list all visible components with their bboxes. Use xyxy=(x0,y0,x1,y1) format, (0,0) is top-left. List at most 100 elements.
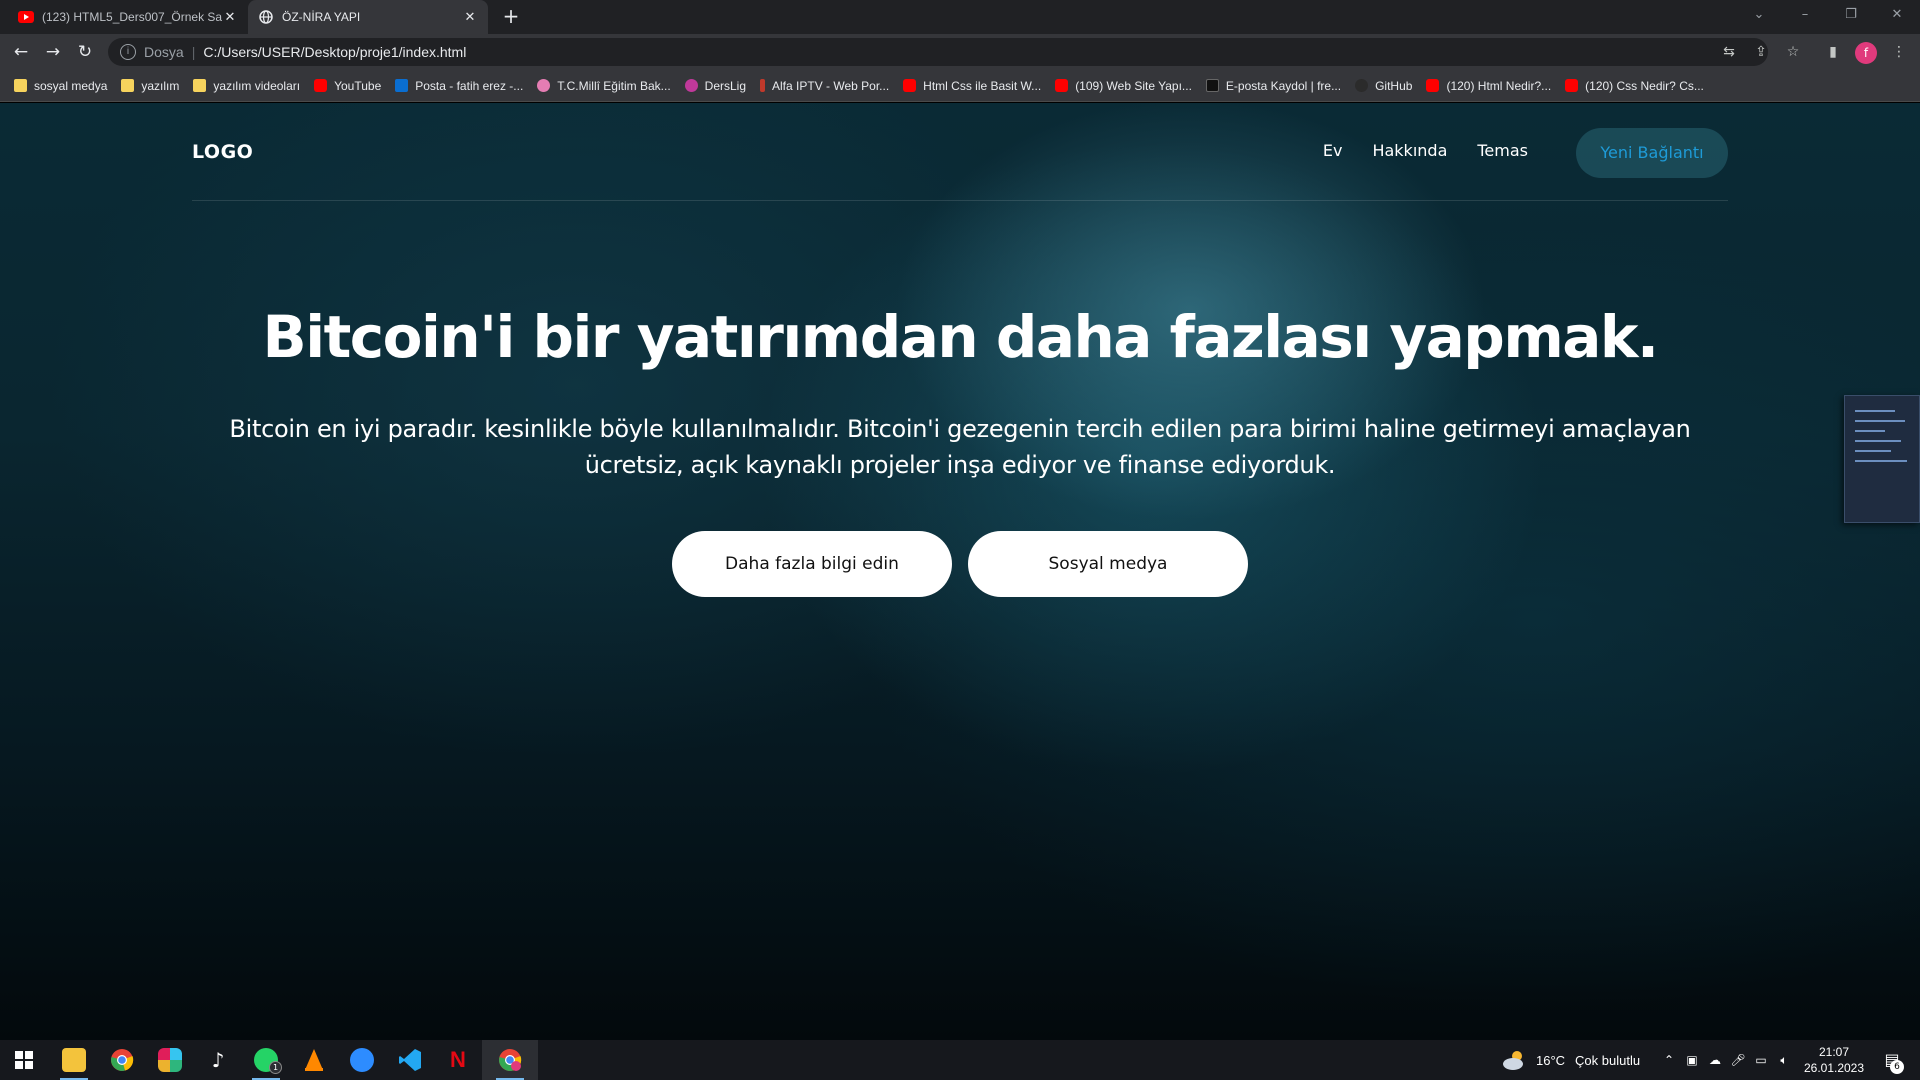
forward-icon[interactable]: → xyxy=(40,40,66,64)
menu-icon[interactable]: ⋮ xyxy=(1888,41,1910,63)
nav-link-home[interactable]: Ev xyxy=(1323,141,1343,160)
social-media-button[interactable]: Sosyal medya xyxy=(968,530,1248,597)
chrome-icon[interactable] xyxy=(98,1040,146,1080)
hero-title: Bitcoin'i bir yatırımdan daha fazlası ya… xyxy=(262,303,1659,371)
clock[interactable]: 21:07 26.01.2023 xyxy=(1798,1044,1870,1076)
bookmark-item[interactable]: (120) Css Nedir? Cs... xyxy=(1565,79,1704,93)
hero-buttons: Daha fazla bilgi edin Sosyal medya xyxy=(0,530,1920,597)
new-connection-button[interactable]: Yeni Bağlantı xyxy=(1576,128,1728,178)
back-icon[interactable]: ← xyxy=(8,40,34,64)
bookmark-label: yazılım xyxy=(141,78,180,93)
youtube-icon xyxy=(314,79,328,92)
tab-title: (123) HTML5_Ders007_Örnek Sayf xyxy=(42,10,222,24)
bookmark-label: E-posta Kaydol | fre... xyxy=(1225,78,1342,93)
bookmark-label: Alfa IPTV - Web Por... xyxy=(772,78,890,93)
bookmark-item[interactable]: (120) Html Nedir?... xyxy=(1426,79,1551,93)
bookmark-item[interactable]: E-posta Kaydol | fre... xyxy=(1205,78,1342,93)
vlc-icon[interactable] xyxy=(290,1040,338,1080)
reload-icon[interactable]: ↻ xyxy=(72,40,98,64)
bookmarks-bar: sosyal medya yazılım yazılım videoları Y… xyxy=(0,70,1920,102)
start-button[interactable] xyxy=(0,1040,48,1080)
tab-youtube[interactable]: (123) HTML5_Ders007_Örnek Sayf ✕ xyxy=(8,0,248,34)
meet-icon[interactable]: ▣ xyxy=(1684,1052,1700,1068)
youtube-icon xyxy=(1565,79,1579,92)
hero-section: Bitcoin'i bir yatırımdan daha fazlası ya… xyxy=(0,303,1920,597)
whatsapp-icon[interactable]: 1 xyxy=(242,1040,290,1080)
minimize-button[interactable]: – xyxy=(1782,0,1828,30)
weather-widget[interactable]: 16°C Çok bulutlu xyxy=(1502,1040,1640,1080)
bookmark-item[interactable]: Posta - fatih erez -... xyxy=(395,79,523,93)
iptv-icon xyxy=(760,79,766,92)
weather-temp: 16°C xyxy=(1536,1052,1566,1068)
browser-toolbar: ← → ↻ i Dosya | C:/Users/USER/Desktop/pr… xyxy=(0,34,1920,70)
github-icon xyxy=(1355,79,1369,92)
tiktok-icon[interactable]: ♪ xyxy=(194,1040,242,1080)
nav-link-about[interactable]: Hakkında xyxy=(1372,141,1447,160)
address-bar[interactable]: i Dosya | C:/Users/USER/Desktop/proje1/i… xyxy=(108,38,1768,66)
bookmark-label: (120) Css Nedir? Cs... xyxy=(1585,78,1704,93)
bookmark-item[interactable]: Html Css ile Basit W... xyxy=(903,79,1041,93)
address-url[interactable]: C:/Users/USER/Desktop/proje1/index.html xyxy=(203,44,466,60)
share-icon[interactable]: ⇪ xyxy=(1750,41,1772,63)
bookmark-item[interactable]: DersLig xyxy=(684,78,747,93)
network-icon[interactable]: ▭ xyxy=(1753,1052,1769,1068)
bookmark-label: (109) Web Site Yapı... xyxy=(1075,78,1192,93)
close-icon[interactable]: ✕ xyxy=(462,10,478,25)
weather-text: Çok bulutlu xyxy=(1575,1052,1641,1068)
close-window-button[interactable]: ✕ xyxy=(1874,0,1920,30)
new-tab-button[interactable]: + xyxy=(498,4,524,30)
bookmark-item[interactable]: Alfa IPTV - Web Por... xyxy=(760,79,889,93)
whatsapp-badge: 1 xyxy=(269,1061,282,1074)
address-separator: | xyxy=(191,44,196,60)
tab-active-site[interactable]: ÖZ-NİRA YAPI ✕ xyxy=(248,0,488,34)
notification-count: 6 xyxy=(1890,1060,1904,1074)
translate-icon[interactable]: ⇆ xyxy=(1718,41,1740,63)
bookmark-label: DersLig xyxy=(704,78,747,93)
bookmark-item[interactable]: (109) Web Site Yapı... xyxy=(1055,79,1192,93)
bookmark-item[interactable]: T.C.Millî Eğitim Bak... xyxy=(537,79,671,93)
youtube-icon xyxy=(903,79,917,92)
side-panel-icon[interactable]: ▮ xyxy=(1822,41,1844,63)
profile-avatar[interactable]: f xyxy=(1855,42,1877,64)
derslig-icon xyxy=(684,79,698,92)
bookmark-label: YouTube xyxy=(334,78,382,93)
youtube-icon xyxy=(18,9,34,25)
bookmark-label: (120) Html Nedir?... xyxy=(1446,78,1552,93)
file-explorer-icon[interactable] xyxy=(50,1040,98,1080)
window-preview-thumbnail[interactable] xyxy=(1844,395,1920,523)
bookmark-item[interactable]: yazılım xyxy=(121,79,179,93)
windows-icon xyxy=(15,1051,33,1069)
zoom-icon[interactable] xyxy=(338,1040,386,1080)
onedrive-icon[interactable]: ☁ xyxy=(1707,1052,1723,1068)
outlook-icon xyxy=(395,79,409,92)
site-logo[interactable]: LOGO xyxy=(192,141,253,163)
netflix-icon[interactable]: N xyxy=(434,1040,482,1080)
bookmark-item[interactable]: GitHub xyxy=(1355,79,1412,93)
bookmark-item[interactable]: yazılım videoları xyxy=(193,79,300,93)
hero-text: Bitcoin en iyi paradır. kesinlikle böyle… xyxy=(229,414,1691,479)
bookmark-label: GitHub xyxy=(1375,78,1413,93)
slack-icon[interactable] xyxy=(146,1040,194,1080)
microphone-icon[interactable]: 🎤︎ xyxy=(1730,1052,1746,1068)
bookmark-item[interactable]: sosyal medya xyxy=(14,79,107,93)
restore-button[interactable]: ❐ xyxy=(1828,0,1874,30)
clock-time: 21:07 xyxy=(1818,1045,1850,1059)
vscode-icon[interactable] xyxy=(386,1040,434,1080)
chevron-up-icon[interactable]: ⌃ xyxy=(1661,1052,1677,1068)
folder-icon xyxy=(14,79,27,92)
address-scheme: Dosya xyxy=(144,44,184,60)
tab-search-icon[interactable]: ⌄ xyxy=(1736,0,1782,30)
nav-link-contact[interactable]: Temas xyxy=(1477,141,1528,160)
email-icon xyxy=(1205,79,1219,92)
learn-more-button[interactable]: Daha fazla bilgi edin xyxy=(672,530,952,597)
browser-tab-strip: (123) HTML5_Ders007_Örnek Sayf ✕ ÖZ-NİRA… xyxy=(0,0,1920,34)
close-icon[interactable]: ✕ xyxy=(222,10,238,25)
chrome-profile-icon[interactable] xyxy=(482,1040,538,1080)
site-header: LOGO Ev Hakkında Temas Yeni Bağlantı xyxy=(192,103,1728,201)
star-icon[interactable]: ☆ xyxy=(1782,41,1804,63)
notification-icon[interactable]: ▤ 6 xyxy=(1880,1048,1904,1074)
info-icon[interactable]: i xyxy=(120,44,136,60)
windows-taskbar: ♪ 1 N 16°C Çok bulutlu ⌃ ▣ ☁ 🎤︎ ▭ 🔈︎ 21:… xyxy=(0,1040,1920,1080)
bookmark-item[interactable]: YouTube xyxy=(314,79,381,93)
speaker-icon[interactable]: 🔈︎ xyxy=(1776,1052,1792,1068)
